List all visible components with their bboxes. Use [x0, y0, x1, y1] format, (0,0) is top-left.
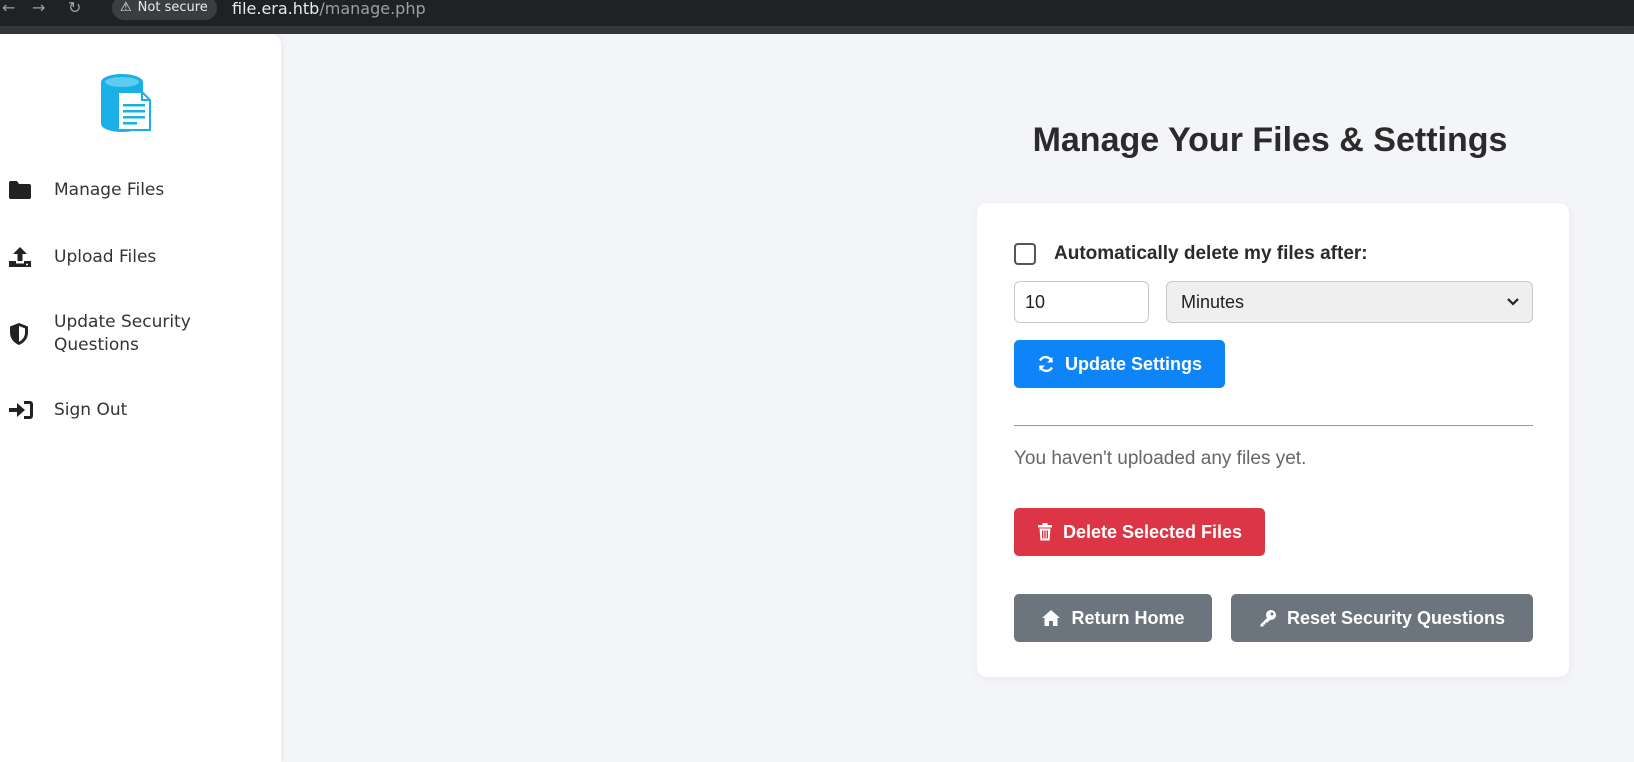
shield-icon — [8, 322, 36, 346]
security-chip-label: Not secure — [137, 0, 208, 15]
chevron-down-icon — [1507, 298, 1519, 306]
sidebar-item-label: Upload Files — [54, 246, 157, 267]
browser-toolbar: ← → ↻ ⚠ Not secure file.era.htb/manage.p… — [0, 0, 1634, 34]
folder-icon — [8, 178, 36, 202]
sidebar-item-upload-files[interactable]: Upload Files — [8, 245, 156, 269]
empty-files-message: You haven't uploaded any files yet. — [1014, 448, 1307, 469]
reset-security-questions-label: Reset Security Questions — [1286, 607, 1506, 628]
delete-after-unit-select[interactable]: Minutes — [1166, 281, 1533, 323]
update-settings-label: Update Settings — [1064, 353, 1202, 374]
auto-delete-checkbox[interactable] — [1014, 243, 1036, 265]
auto-delete-label: Automatically delete my files after: — [1054, 243, 1368, 264]
sidebar-item-sign-out[interactable]: Sign Out — [8, 398, 127, 422]
security-chip[interactable]: ⚠ Not secure — [112, 0, 217, 20]
auto-delete-row: Automatically delete my files after: — [1014, 243, 1368, 265]
reset-security-questions-button[interactable]: Reset Security Questions — [1231, 594, 1533, 642]
return-home-button[interactable]: Return Home — [1014, 594, 1212, 642]
sidebar-item-label: Sign Out — [54, 399, 128, 420]
divider — [1014, 425, 1533, 426]
reload-icon[interactable]: ↻ — [68, 0, 81, 18]
url-text[interactable]: file.era.htb/manage.php — [232, 0, 426, 19]
upload-icon — [8, 245, 36, 269]
url-path: /manage.php — [319, 0, 426, 18]
key-icon — [1260, 610, 1276, 627]
delete-selected-files-label: Delete Selected Files — [1062, 521, 1243, 542]
return-home-label: Return Home — [1071, 607, 1185, 628]
home-icon — [1042, 610, 1061, 626]
settings-card: Automatically delete my files after: Min… — [977, 203, 1569, 677]
delete-selected-files-button[interactable]: Delete Selected Files — [1014, 508, 1265, 556]
sidebar-item-update-security-questions[interactable]: Update Security Questions — [8, 311, 224, 357]
update-settings-button[interactable]: Update Settings — [1014, 340, 1225, 388]
trash-icon — [1037, 523, 1052, 541]
file-database-logo — [101, 74, 151, 132]
sidebar: Manage Files Upload Files Update Securit… — [0, 34, 281, 762]
back-icon[interactable]: ← — [2, 0, 15, 18]
warning-icon: ⚠ — [120, 0, 132, 15]
page-title: Manage Your Files & Settings — [1032, 121, 1508, 159]
url-host: file.era.htb — [232, 0, 320, 18]
sign-out-icon — [8, 398, 36, 422]
sync-icon — [1038, 355, 1054, 373]
unit-select-value: Minutes — [1181, 291, 1245, 312]
delete-after-amount-input[interactable] — [1014, 281, 1149, 323]
forward-icon[interactable]: → — [32, 0, 45, 18]
sidebar-item-label: Update Security Questions — [54, 312, 191, 355]
sidebar-item-label: Manage Files — [54, 179, 165, 200]
sidebar-item-manage-files[interactable]: Manage Files — [8, 178, 164, 202]
